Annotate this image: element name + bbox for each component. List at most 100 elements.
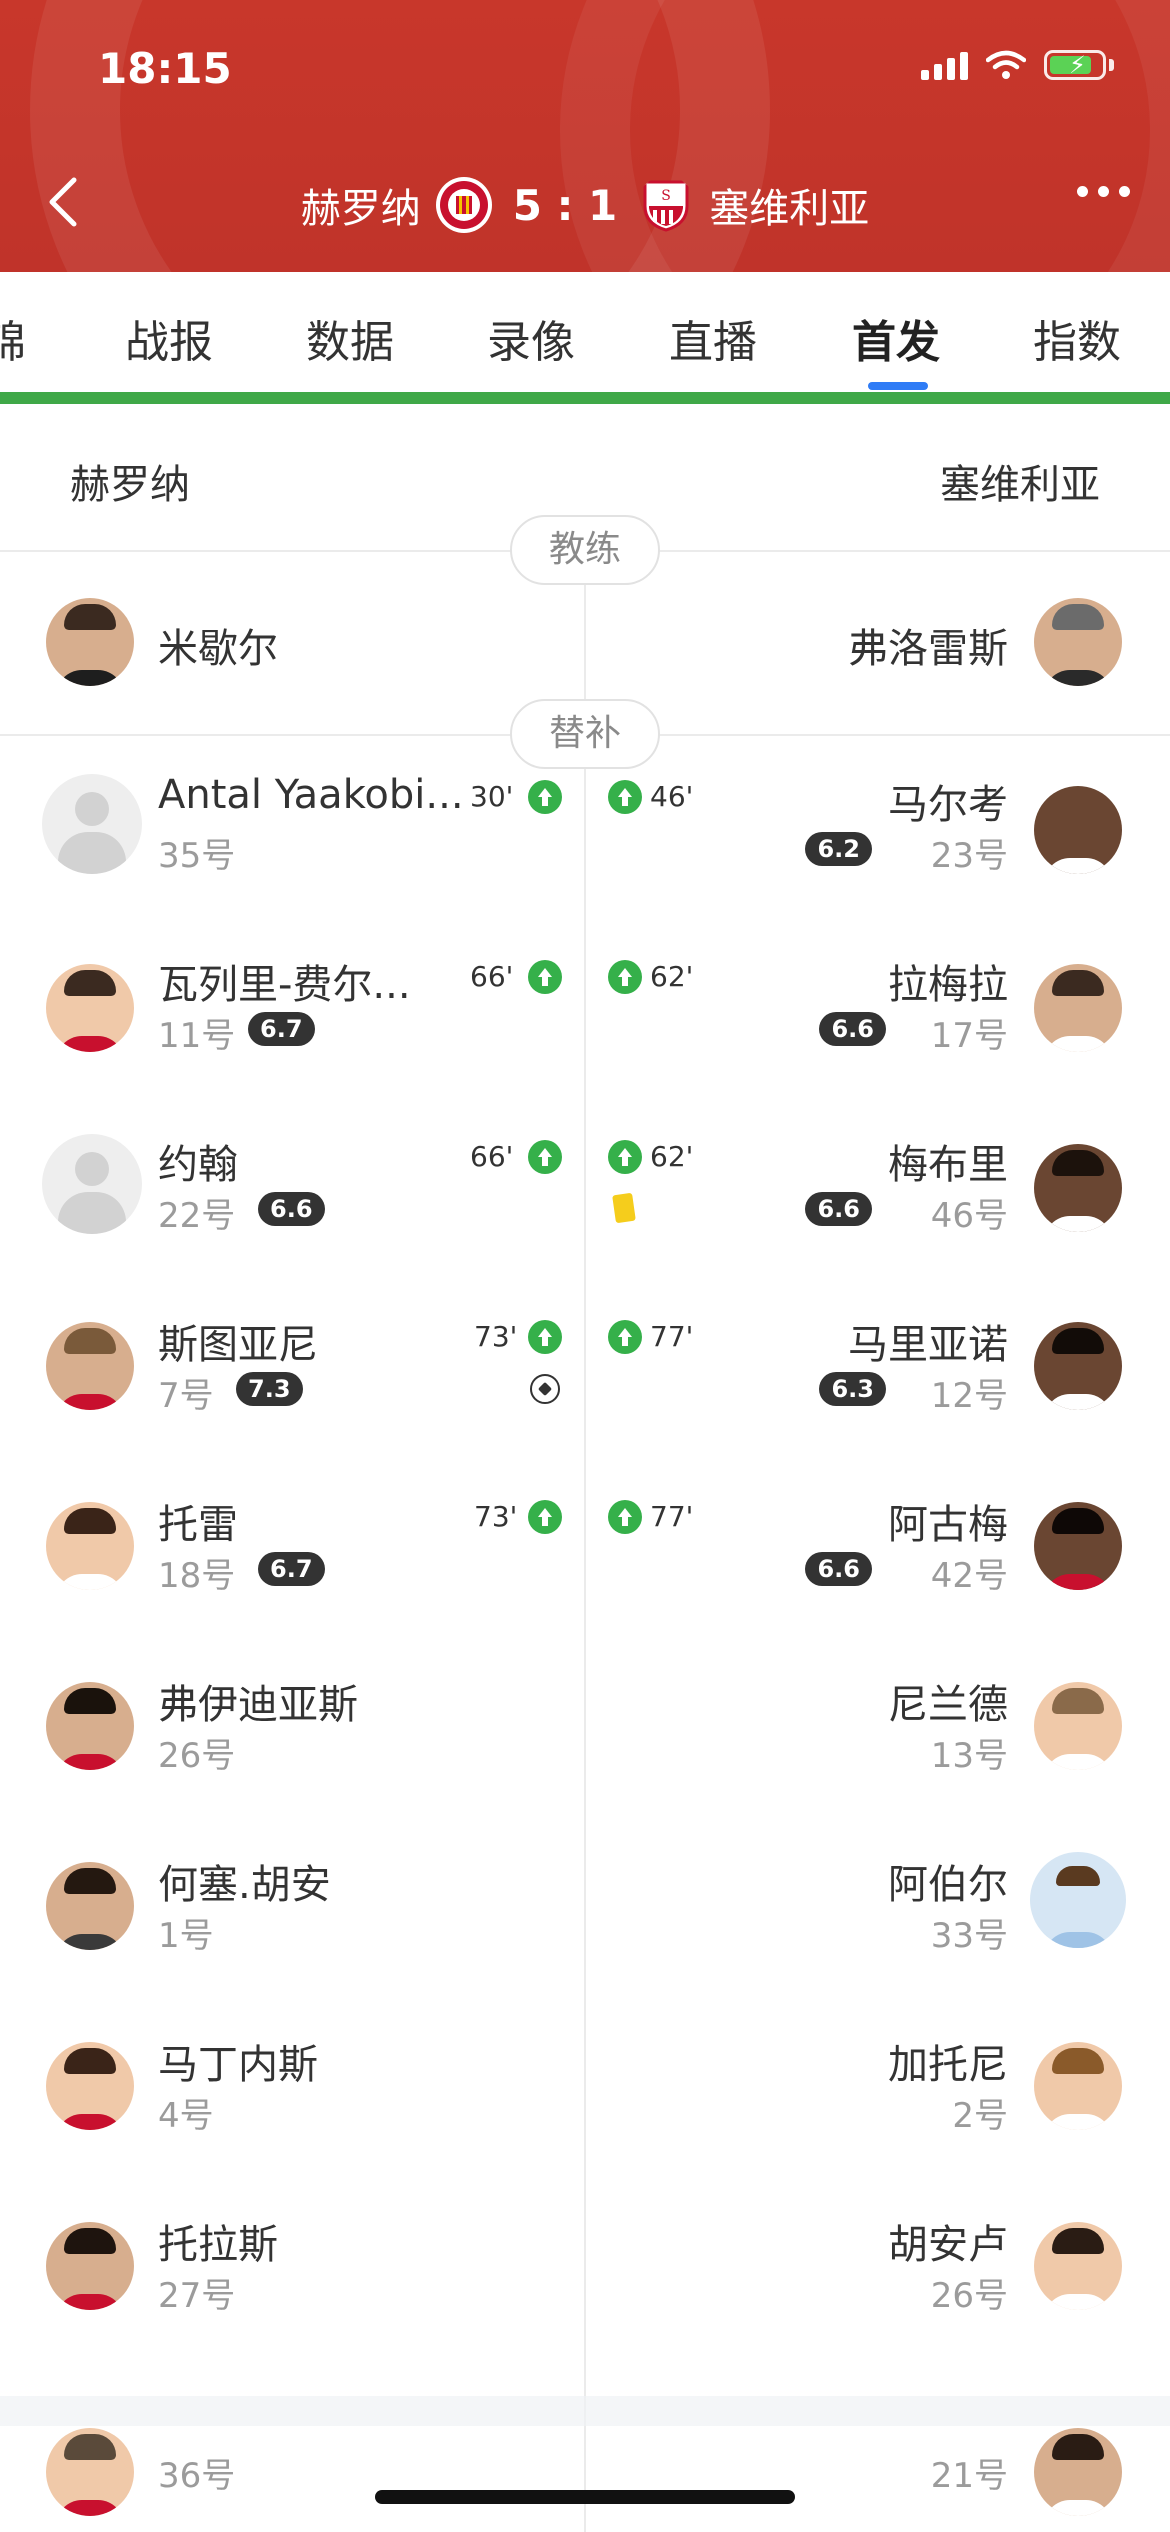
home-coach-name[interactable]: 米歇尔 (158, 616, 278, 674)
center-divider (584, 550, 586, 2532)
player-name[interactable]: 尼兰德 (888, 1672, 1008, 1730)
signal-icon (921, 50, 968, 80)
sub-minute: 77' (650, 1500, 694, 1533)
avatar (1034, 1682, 1122, 1770)
score: 5 : 1 (512, 180, 618, 230)
player-name[interactable]: 托拉斯 (158, 2212, 278, 2270)
player-name[interactable]: 瓦列里-费尔... (158, 952, 411, 1010)
substitution-in-icon (528, 1500, 562, 1534)
player-name[interactable]: 马尔考 (888, 772, 1008, 830)
avatar (46, 964, 134, 1052)
match-title: 赫罗纳 5 : 1 S 塞维利亚 (0, 176, 1170, 234)
substitution-in-icon (528, 1320, 562, 1354)
player-number: 26号 (930, 2276, 1008, 2316)
away-coach-name[interactable]: 弗洛雷斯 (848, 616, 1008, 674)
yellow-card-icon (612, 1192, 636, 1224)
sub-minute: 77' (650, 1320, 694, 1353)
player-number: 4号 (158, 2096, 214, 2136)
player-name[interactable]: 何塞.胡安 (158, 1852, 331, 1910)
avatar (1034, 598, 1122, 686)
player-number: 17号 (930, 1016, 1008, 1056)
tab-stats[interactable]: 数据 (306, 306, 394, 370)
home-team-name: 赫罗纳 (300, 186, 421, 232)
sevilla-crest-icon: S (643, 180, 689, 232)
player-number: 27号 (158, 2276, 236, 2316)
subs-section-label: 替补 (510, 699, 660, 769)
away-team-name: 塞维利亚 (709, 186, 870, 232)
substitution-in-icon (608, 780, 642, 814)
avatar (46, 1682, 134, 1770)
tab-bar: 锦 战报 数据 录像 直播 首发 指数 (0, 272, 1170, 392)
scroll-fade (0, 2396, 1170, 2426)
player-name[interactable]: 胡安卢 (888, 2212, 1008, 2270)
status-time: 18:15 (98, 44, 232, 93)
player-name[interactable]: 拉梅拉 (888, 952, 1008, 1010)
player-number: 46号 (930, 1196, 1008, 1236)
avatar (46, 1862, 134, 1950)
avatar (1030, 1852, 1126, 1948)
avatar (42, 774, 142, 874)
substitution-in-icon (528, 780, 562, 814)
tab-odds[interactable]: 指数 (1033, 306, 1121, 370)
tab-report[interactable]: 战报 (125, 306, 213, 370)
player-name[interactable]: 弗伊迪亚斯 (158, 1672, 358, 1730)
tab-lineup[interactable]: 首发 (852, 306, 940, 370)
substitution-in-icon (608, 1140, 642, 1174)
rating-badge: 6.3 (819, 1372, 886, 1406)
avatar (1034, 2222, 1122, 2310)
substitution-in-icon (528, 1140, 562, 1174)
tab-live[interactable]: 直播 (669, 306, 757, 370)
sub-minute: 30' (470, 780, 514, 813)
player-number: 35号 (158, 836, 236, 876)
substitution-in-icon (528, 960, 562, 994)
tab-video[interactable]: 录像 (487, 306, 575, 370)
avatar (1034, 1144, 1122, 1232)
svg-text:S: S (661, 188, 671, 204)
substitution-in-icon (608, 960, 642, 994)
wifi-icon (986, 50, 1026, 79)
rating-badge: 6.7 (258, 1552, 325, 1586)
rating-badge: 6.7 (248, 1012, 315, 1046)
home-indicator[interactable] (375, 2490, 795, 2504)
tab-jin[interactable]: 锦 (0, 306, 26, 370)
rating-badge: 6.6 (805, 1192, 872, 1226)
avatar (46, 2428, 134, 2516)
avatar (46, 1502, 134, 1590)
football-icon (530, 1374, 560, 1404)
progress-bar (0, 392, 1170, 404)
player-number: 7号 (158, 1376, 214, 1416)
player-number: 22号 (158, 1196, 236, 1236)
player-number: 13号 (930, 1736, 1008, 1776)
player-name[interactable]: 斯图亚尼 (158, 1312, 318, 1370)
sub-minute: 73' (474, 1500, 518, 1533)
avatar (1034, 1322, 1122, 1410)
player-number: 12号 (930, 1376, 1008, 1416)
sub-minute: 62' (650, 1140, 694, 1173)
sub-minute: 46' (650, 780, 694, 813)
player-number: 18号 (158, 1556, 236, 1596)
player-name[interactable]: 加托尼 (888, 2032, 1008, 2090)
player-name[interactable]: 托雷 (158, 1492, 238, 1550)
avatar (46, 2042, 134, 2130)
player-name[interactable]: Antal Yaakobi... (158, 772, 464, 818)
away-team-label: 塞维利亚 (940, 462, 1100, 508)
match-header: 18:15 ⚡ 赫罗纳 5 : 1 S 塞维利亚 (0, 0, 1170, 272)
rating-badge: 6.6 (805, 1552, 872, 1586)
battery-tip (1109, 59, 1114, 71)
rating-badge: 6.6 (819, 1012, 886, 1046)
avatar (1034, 786, 1122, 874)
avatar (46, 1322, 134, 1410)
player-name[interactable]: 马里亚诺 (848, 1312, 1008, 1370)
player-name[interactable]: 阿伯尔 (888, 1852, 1008, 1910)
sub-minute: 66' (470, 1140, 514, 1173)
avatar (1034, 2428, 1122, 2516)
player-number: 36号 (158, 2456, 236, 2496)
player-name[interactable]: 阿古梅 (888, 1492, 1008, 1550)
more-dots-icon (1077, 186, 1088, 197)
player-number: 1号 (158, 1916, 214, 1956)
more-button[interactable] (1077, 186, 1130, 197)
status-icons: ⚡ (921, 50, 1114, 80)
player-name[interactable]: 马丁内斯 (158, 2032, 318, 2090)
player-name[interactable]: 约翰 (158, 1132, 238, 1190)
player-name[interactable]: 梅布里 (888, 1132, 1008, 1190)
